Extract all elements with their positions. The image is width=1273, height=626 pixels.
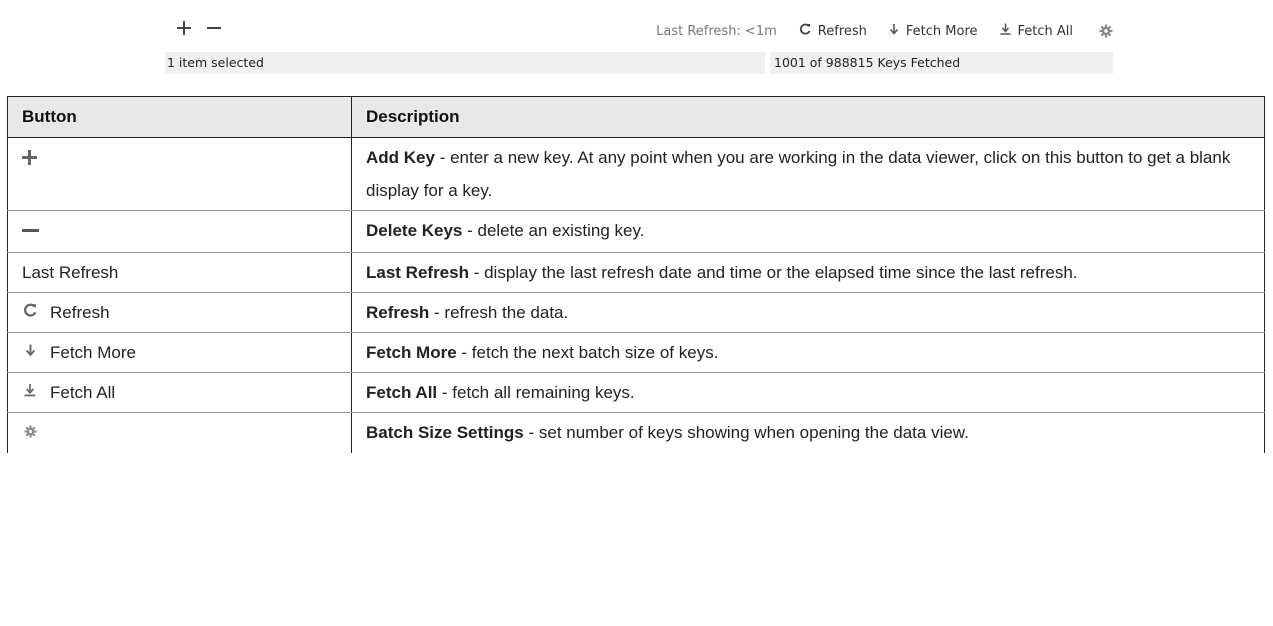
table-row: Fetch All Fetch All - fetch all remainin… [7,372,1265,413]
arrow-down-icon [889,23,899,39]
plus-icon [22,150,37,165]
description-cell: Delete Keys - delete an existing key. [351,210,1265,253]
keys-toolbar: Last Refresh: <1m Refresh Fetch More Fet… [165,12,1113,50]
button-cell: Fetch More [7,332,352,373]
button-cell: Refresh [7,292,352,333]
button-label: Last Refresh [22,263,119,282]
button-label: Fetch More [50,343,136,362]
header-description: Description [351,96,1265,138]
term: Fetch More [366,343,457,362]
table-row: Add Key - enter a new key. At any point … [7,137,1265,211]
fetch-all-label: Fetch All [1017,23,1074,39]
table-row: Fetch More Fetch More - fetch the next b… [7,332,1265,373]
description-text: - display the last refresh date and time… [468,263,1078,282]
table-header-row: Button Description [7,96,1265,138]
gear-icon[interactable] [1099,24,1113,38]
refresh-button[interactable]: Refresh [799,23,867,39]
fetched-status: 1001 of 988815 Keys Fetched [770,52,1113,74]
button-cell: Last Refresh [7,252,352,293]
term: Fetch All [366,383,438,402]
description-text: - set number of keys showing when openin… [523,423,969,442]
button-cell [7,412,352,453]
description-text: - fetch the next batch size of keys. [456,343,719,362]
button-cell: Fetch All [7,372,352,413]
description-cell: Fetch More - fetch the next batch size o… [351,332,1265,373]
table-row: Batch Size Settings - set number of keys… [7,412,1265,453]
button-cell [7,210,352,253]
table-row: Last Refresh Last Refresh - display the … [7,252,1265,293]
status-bar: 1 item selected 1001 of 988815 Keys Fetc… [165,52,1113,74]
term: Last Refresh [366,263,469,282]
button-label: Fetch All [50,383,116,402]
description-text: - delete an existing key. [462,221,645,240]
selection-status: 1 item selected [165,52,765,74]
button-description-table: Button Description Add Key - enter a new… [7,96,1265,453]
term: Add Key [366,148,435,167]
refresh-icon [799,23,811,39]
description-text: - refresh the data. [429,303,569,322]
fetch-more-button[interactable]: Fetch More [889,23,978,39]
toolbar-left-group [177,21,221,35]
fetch-all-button[interactable]: Fetch All [1000,23,1074,39]
header-button: Button [7,96,352,138]
last-refresh-label: Last Refresh: <1m [656,23,777,39]
arrow-down-bar-icon [1000,23,1011,39]
arrow-down-bar-icon [22,376,38,409]
refresh-label: Refresh [817,23,867,39]
table-row: Refresh Refresh - refresh the data. [7,292,1265,333]
arrow-down-icon [22,336,38,369]
minus-icon [22,223,39,238]
toolbar-right-group: Last Refresh: <1m Refresh Fetch More Fet… [656,23,1113,39]
description-cell: Add Key - enter a new key. At any point … [351,137,1265,211]
description-text: - fetch all remaining keys. [437,383,635,402]
gear-icon [22,417,38,450]
button-cell [7,137,352,211]
add-key-button[interactable] [177,21,191,35]
description-cell: Last Refresh - display the last refresh … [351,252,1265,293]
description-cell: Refresh - refresh the data. [351,292,1265,333]
term: Delete Keys [366,221,463,240]
term: Batch Size Settings [366,423,524,442]
description-text: - enter a new key. At any point when you… [366,148,1231,200]
table-row: Delete Keys - delete an existing key. [7,210,1265,253]
description-cell: Batch Size Settings - set number of keys… [351,412,1265,453]
description-cell: Fetch All - fetch all remaining keys. [351,372,1265,413]
fetch-more-label: Fetch More [905,23,978,39]
button-label: Refresh [50,303,110,322]
delete-keys-button[interactable] [207,21,221,35]
term: Refresh [366,303,430,322]
refresh-icon [22,296,38,329]
